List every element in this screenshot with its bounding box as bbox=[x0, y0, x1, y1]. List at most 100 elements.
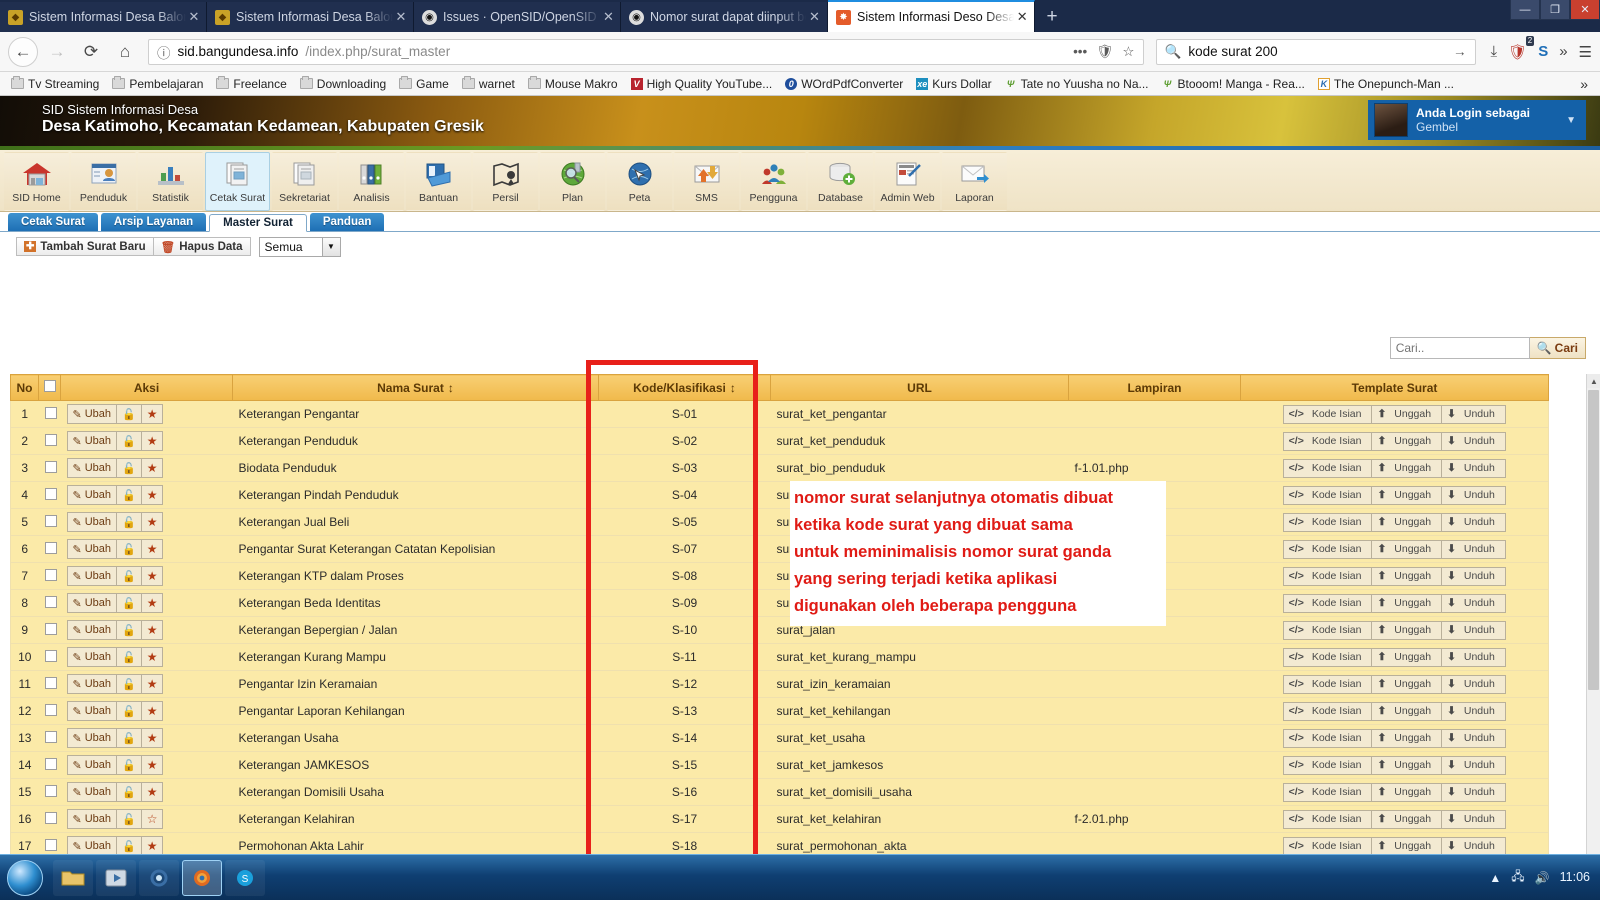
upload-button[interactable]: ⬆ Unggah bbox=[1372, 702, 1443, 720]
edit-button[interactable]: ✎Ubah bbox=[68, 702, 118, 720]
close-icon[interactable]: ✕ bbox=[806, 9, 823, 25]
home-icon[interactable]: ⌂ bbox=[110, 37, 140, 67]
favorite-button[interactable]: ★ bbox=[142, 783, 163, 801]
cell-checkbox[interactable] bbox=[38, 562, 61, 590]
kode-isian-button[interactable]: </> Kode Isian bbox=[1284, 621, 1373, 639]
favorite-button[interactable]: ★ bbox=[142, 567, 163, 585]
menu-item-cetak-surat[interactable]: Cetak Surat bbox=[205, 152, 270, 211]
close-icon[interactable]: ✕ bbox=[601, 9, 616, 25]
kode-isian-button[interactable]: </> Kode Isian bbox=[1284, 405, 1373, 423]
favorite-button[interactable]: ★ bbox=[142, 702, 163, 720]
download-button[interactable]: ⬇ Unduh bbox=[1442, 406, 1505, 423]
browser-search-bar[interactable]: 🔍 kode surat 200 → bbox=[1155, 38, 1476, 65]
kode-isian-button[interactable]: </> Kode Isian bbox=[1284, 729, 1373, 747]
lock-button[interactable]: 🔓 bbox=[117, 810, 142, 828]
row-checkbox[interactable] bbox=[44, 730, 57, 743]
download-button[interactable]: ⬇ Unduh bbox=[1442, 649, 1505, 666]
search-button[interactable]: 🔍 Cari bbox=[1529, 337, 1586, 359]
edit-button[interactable]: ✎Ubah bbox=[68, 459, 118, 477]
cell-checkbox[interactable] bbox=[38, 670, 61, 698]
download-button[interactable]: ⬇ Unduh bbox=[1442, 433, 1505, 450]
network-icon[interactable]: 🖧 bbox=[1511, 867, 1524, 888]
upload-button[interactable]: ⬆ Unggah bbox=[1372, 459, 1443, 477]
cell-checkbox[interactable] bbox=[38, 697, 61, 725]
menu-item-sid-home[interactable]: SID Home bbox=[4, 152, 69, 211]
favorite-button[interactable]: ★ bbox=[142, 405, 163, 423]
col-kode-klasifikasi[interactable]: Kode/Klasifikasi ↕ bbox=[598, 374, 771, 401]
table-row[interactable]: 11 ✎ Ubah 🔓 ★ Pengantar Izin Keramaian S-12 sur… bbox=[10, 670, 1549, 698]
cell-checkbox[interactable] bbox=[38, 481, 61, 509]
kode-isian-button[interactable]: </> Kode Isian bbox=[1284, 756, 1373, 774]
lock-button[interactable]: 🔓 bbox=[117, 783, 142, 801]
menu-item-admin-web[interactable]: Admin Web bbox=[875, 152, 940, 211]
row-checkbox[interactable] bbox=[44, 757, 57, 770]
lock-button[interactable]: 🔓 bbox=[117, 567, 142, 585]
kode-isian-button[interactable]: </> Kode Isian bbox=[1284, 675, 1373, 693]
favorite-button[interactable]: ★ bbox=[142, 729, 163, 747]
download-button[interactable]: ⬇ Unduh bbox=[1442, 514, 1505, 531]
table-row[interactable]: 6 ✎ Ubah 🔓 ★ Pengantar Surat Keterangan Catat… bbox=[10, 535, 1549, 563]
lock-button[interactable]: 🔓 bbox=[117, 594, 142, 612]
bookmark-item[interactable]: Downloading bbox=[295, 75, 391, 93]
menu-item-bantuan[interactable]: Bantuan bbox=[406, 152, 471, 211]
table-row[interactable]: 12 ✎ Ubah 🔓 ★ Pengantar Laporan Kehilangan S-1… bbox=[10, 697, 1549, 725]
favorite-button[interactable]: ★ bbox=[142, 432, 163, 450]
cell-checkbox[interactable] bbox=[38, 427, 61, 455]
upload-button[interactable]: ⬆ Unggah bbox=[1372, 837, 1443, 855]
cell-checkbox[interactable] bbox=[38, 643, 61, 671]
volume-icon[interactable]: 🔊 bbox=[1535, 871, 1550, 885]
favorite-button[interactable]: ★ bbox=[142, 459, 163, 477]
favorite-button[interactable]: ★ bbox=[142, 486, 163, 504]
upload-button[interactable]: ⬆ Unggah bbox=[1372, 513, 1443, 531]
row-checkbox[interactable] bbox=[44, 487, 57, 500]
kode-isian-button[interactable]: </> Kode Isian bbox=[1284, 810, 1373, 828]
cell-checkbox[interactable] bbox=[38, 778, 61, 806]
download-button[interactable]: ⬇ Unduh bbox=[1442, 757, 1505, 774]
downloads-icon[interactable]: ⤓ bbox=[1491, 43, 1498, 60]
upload-button[interactable]: ⬆ Unggah bbox=[1372, 405, 1443, 423]
sort-icon[interactable]: ↕ bbox=[730, 381, 736, 395]
menu-item-database[interactable]: Database bbox=[808, 152, 873, 211]
lock-button[interactable]: 🔓 bbox=[117, 837, 142, 855]
browser-tab-3[interactable]: ◉ Issues · OpenSID/OpenSID · GitH ✕ bbox=[414, 2, 621, 32]
download-button[interactable]: ⬇ Unduh bbox=[1442, 541, 1505, 558]
upload-button[interactable]: ⬆ Unggah bbox=[1372, 594, 1443, 612]
tab-cetak-surat[interactable]: Cetak Surat bbox=[8, 213, 98, 231]
table-row[interactable]: 4✎Ubah🔓★Keterangan Pindah PendudukS-04su… bbox=[10, 481, 1549, 509]
download-button[interactable]: ⬇ Unduh bbox=[1442, 460, 1505, 477]
window-close-button[interactable]: ✕ bbox=[1570, 0, 1600, 20]
scrollbar-thumb[interactable] bbox=[1588, 390, 1599, 690]
menu-item-penduduk[interactable]: Penduduk bbox=[71, 152, 136, 211]
login-status[interactable]: Anda Login sebagai Gembel ▼ bbox=[1368, 100, 1586, 140]
close-icon[interactable]: ✕ bbox=[186, 9, 202, 25]
chevron-down-icon[interactable]: ▼ bbox=[1566, 115, 1580, 126]
cell-checkbox[interactable] bbox=[38, 616, 61, 644]
back-icon[interactable]: ← bbox=[8, 36, 38, 67]
table-row[interactable]: 2 ✎ Ubah 🔓 ★ Keterangan Penduduk S-02 surat_ket… bbox=[10, 427, 1549, 455]
download-button[interactable]: ⬇ Unduh bbox=[1442, 784, 1505, 801]
edit-button[interactable]: ✎Ubah bbox=[68, 756, 118, 774]
edit-button[interactable]: ✎Ubah bbox=[68, 567, 118, 585]
download-button[interactable]: ⬇ Unduh bbox=[1442, 730, 1505, 747]
cell-checkbox[interactable] bbox=[38, 724, 61, 752]
upload-button[interactable]: ⬆ Unggah bbox=[1372, 783, 1443, 801]
taskbar-item-firefox[interactable] bbox=[182, 859, 222, 896]
add-surat-button[interactable]: ✚ Tambah Surat Baru bbox=[16, 237, 154, 256]
browser-tab-1[interactable]: ◆ Sistem Informasi Desa Balongb ✕ bbox=[0, 2, 207, 32]
upload-button[interactable]: ⬆ Unggah bbox=[1372, 621, 1443, 639]
kode-isian-button[interactable]: </> Kode Isian bbox=[1284, 648, 1373, 666]
scroll-up-icon[interactable]: ▲ bbox=[1587, 374, 1600, 388]
delete-data-button[interactable]: 🗑 Hapus Data bbox=[153, 237, 251, 256]
bookmark-item[interactable]: Pembelajaran bbox=[107, 75, 208, 93]
extension-s-icon[interactable]: S bbox=[1538, 43, 1548, 60]
edit-button[interactable]: ✎Ubah bbox=[68, 513, 118, 531]
start-button[interactable] bbox=[0, 857, 50, 899]
page-actions-icon[interactable]: ••• bbox=[1073, 44, 1087, 59]
table-row[interactable]: 14 ✎ Ubah 🔓 ★ Keterangan JAMKESOS S-15 surat_ke… bbox=[10, 751, 1549, 779]
cell-checkbox[interactable] bbox=[38, 751, 61, 779]
reload-icon[interactable]: ⟳ bbox=[76, 37, 106, 67]
row-checkbox[interactable] bbox=[44, 622, 57, 635]
table-row[interactable]: 9 ✎ Ubah 🔓 ★ Keterangan Bepergian / Jalan S-10… bbox=[10, 616, 1549, 644]
upload-button[interactable]: ⬆ Unggah bbox=[1372, 729, 1443, 747]
bookmark-item[interactable]: xe Kurs Dollar bbox=[911, 75, 996, 93]
